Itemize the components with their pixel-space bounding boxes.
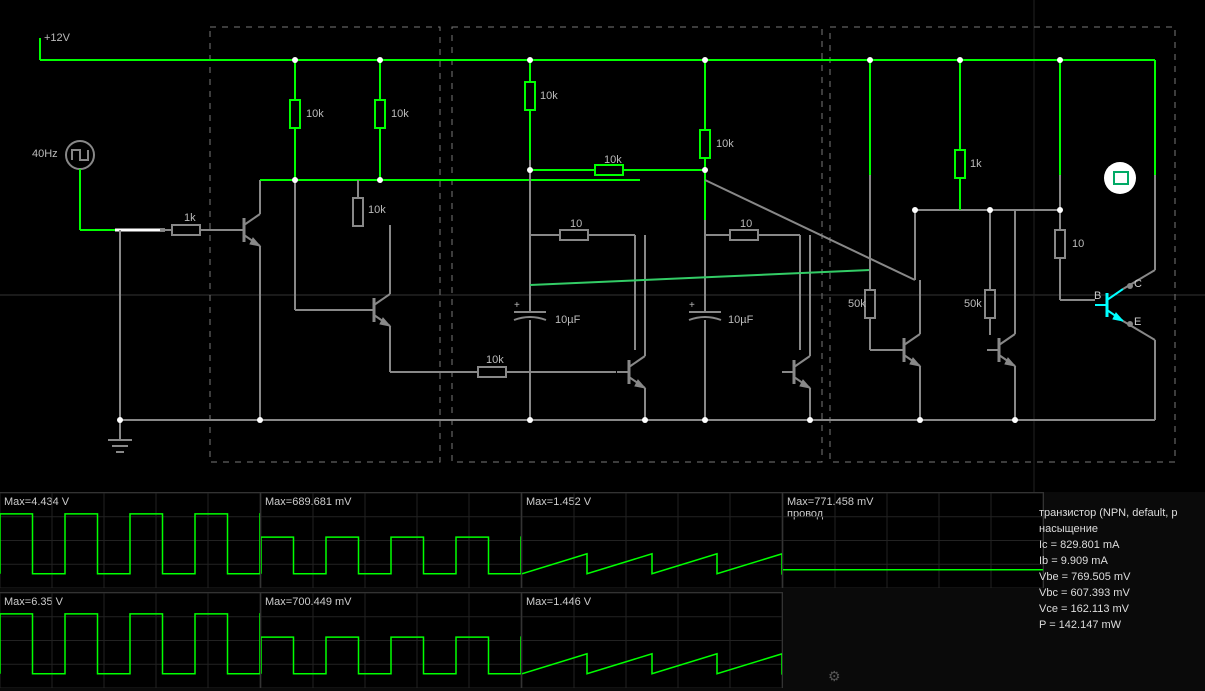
label-r-in: 1k — [184, 212, 196, 224]
gear-icon[interactable]: ⚙ — [828, 668, 841, 685]
capacitor-c1[interactable]: + — [514, 300, 546, 420]
scope-5[interactable]: Max=700.449 mV — [261, 592, 522, 688]
svg-text:+: + — [514, 300, 520, 311]
label-r-mid3: 10k — [604, 154, 622, 166]
capacitor-c2[interactable]: + — [689, 300, 721, 420]
scope-4[interactable]: Max=6.35 V — [0, 592, 261, 688]
resistor-top3[interactable] — [525, 82, 535, 110]
svg-text:+: + — [689, 300, 695, 311]
resistor-q2b[interactable] — [375, 100, 385, 128]
resistor-q2e[interactable] — [353, 198, 363, 226]
clock-source[interactable] — [66, 141, 160, 230]
transistor-q4[interactable] — [782, 356, 810, 388]
info-line: Ib = 9.909 mA — [1039, 553, 1199, 569]
transistor-q5[interactable] — [892, 334, 920, 366]
label-r-top3: 10k — [540, 90, 558, 102]
resistor-r-in[interactable] — [172, 225, 200, 235]
info-line: насыщение — [1039, 521, 1199, 537]
resistor-fb[interactable] — [478, 367, 506, 377]
transistor-q6[interactable] — [987, 334, 1015, 366]
info-line: Vbc = 607.393 mV — [1039, 585, 1199, 601]
info-line: P = 142.147 mW — [1039, 617, 1199, 633]
info-panel: транзистор (NPN, default, p насыщение Ic… — [1033, 500, 1205, 638]
wire-diag-green[interactable] — [530, 270, 870, 285]
label-r-e4: 10 — [740, 218, 752, 230]
resistor-b6[interactable] — [985, 290, 995, 318]
label-r-top4: 10k — [716, 138, 734, 150]
label-pin-b: B — [1094, 290, 1101, 302]
scope-6[interactable]: Max=1.446 V — [522, 592, 783, 688]
label-r-fb: 10k — [486, 354, 504, 366]
resistor-e4[interactable] — [730, 230, 758, 240]
stage-box-3 — [830, 27, 1175, 462]
label-freq: 40Hz — [32, 148, 58, 160]
scope-probe-icon[interactable] — [1104, 162, 1136, 194]
transistor-q3[interactable] — [617, 356, 645, 388]
resistor-e3[interactable] — [560, 230, 588, 240]
resistor-top4[interactable] — [700, 130, 710, 158]
label-r-b5: 50k — [848, 298, 866, 310]
label-r-q2e: 10k — [368, 204, 386, 216]
info-line: Ic = 829.801 mA — [1039, 537, 1199, 553]
label-c2: 10µF — [728, 314, 753, 326]
label-c1: 10µF — [555, 314, 580, 326]
info-line: Vbe = 769.505 mV — [1039, 569, 1199, 585]
label-pin-c: C — [1134, 278, 1142, 290]
stage-box-1 — [210, 27, 440, 462]
resistor-b5[interactable] — [865, 290, 875, 318]
stage-box-2 — [452, 27, 822, 462]
label-r-b6: 50k — [964, 298, 982, 310]
resistor-out-top[interactable] — [955, 150, 965, 178]
transistor-q1[interactable] — [232, 214, 260, 246]
resistor-out-e[interactable] — [1055, 230, 1065, 258]
info-line: транзистор (NPN, default, p — [1039, 505, 1199, 521]
label-r-out-e: 10 — [1072, 238, 1084, 250]
resistor-mid3[interactable] — [595, 165, 623, 175]
label-pin-e: E — [1134, 316, 1141, 328]
scope-0[interactable]: Max=4.434 V — [0, 492, 261, 588]
label-rail: +12V — [44, 32, 70, 44]
label-r-q2b: 10k — [391, 108, 409, 120]
scope-3[interactable]: Max=771.458 mV провод — [783, 492, 1044, 588]
label-r-out-top: 1k — [970, 158, 982, 170]
ground-symbol — [108, 420, 132, 452]
resistor-q1c[interactable] — [290, 100, 300, 128]
info-line: Vce = 162.113 mV — [1039, 601, 1199, 617]
circuit-simulator[interactable]: + + — [0, 0, 1205, 691]
schematic-canvas[interactable]: + + — [0, 0, 1205, 492]
label-r-e3: 10 — [570, 218, 582, 230]
scope-panel: Max=4.434 VMax=689.681 mVMax=1.452 VMax=… — [0, 492, 1205, 691]
label-r-q1c: 10k — [306, 108, 324, 120]
scope-2[interactable]: Max=1.452 V — [522, 492, 783, 588]
scope-1[interactable]: Max=689.681 mV — [261, 492, 522, 588]
transistor-q2[interactable] — [362, 294, 390, 326]
